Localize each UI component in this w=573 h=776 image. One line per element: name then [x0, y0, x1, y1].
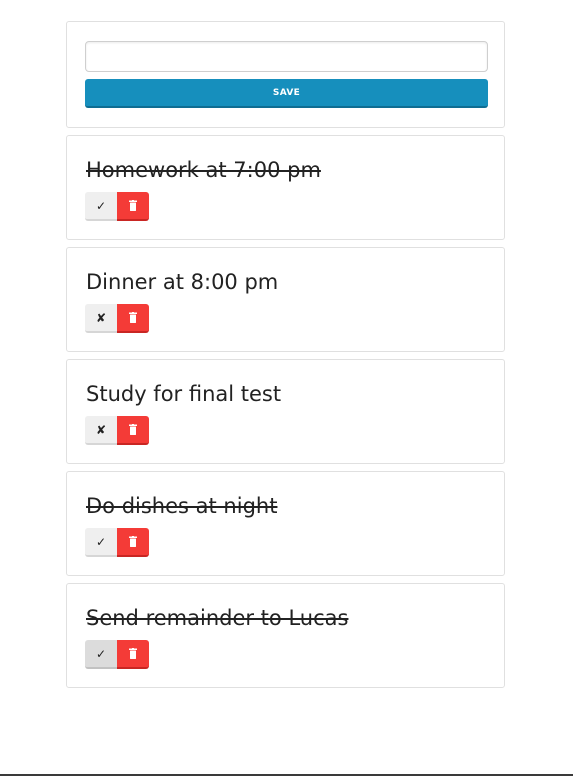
- trash-icon: [129, 424, 137, 435]
- todo-input[interactable]: [85, 41, 488, 72]
- todo-item: Do dishes at night ✓: [66, 471, 505, 576]
- delete-button[interactable]: [117, 528, 149, 557]
- toggle-done-button[interactable]: ✓: [85, 528, 117, 557]
- trash-icon: [129, 200, 137, 211]
- trash-icon: [129, 648, 137, 659]
- todo-item: Send remainder to Lucas ✓: [66, 583, 505, 688]
- todo-item-text: Send remainder to Lucas: [86, 606, 349, 630]
- todo-item-text: Homework at 7:00 pm: [86, 158, 321, 182]
- toggle-done-button[interactable]: ✘: [85, 416, 117, 445]
- todo-item: Dinner at 8:00 pm ✘: [66, 247, 505, 352]
- todo-item-text: Dinner at 8:00 pm: [86, 270, 279, 294]
- toggle-done-button[interactable]: ✓: [85, 192, 117, 221]
- trash-icon: [129, 536, 137, 547]
- toggle-done-button[interactable]: ✓: [85, 640, 117, 669]
- check-icon: ✓: [95, 646, 107, 661]
- save-button[interactable]: SAVE: [85, 79, 488, 108]
- trash-icon: [129, 312, 137, 323]
- cross-icon: ✘: [95, 310, 107, 325]
- todo-app: SAVE Homework at 7:00 pm ✓ Dinner at 8:0…: [0, 0, 573, 776]
- todo-item-text: Study for final test: [86, 382, 282, 406]
- cross-icon: ✘: [95, 422, 107, 437]
- check-icon: ✓: [95, 534, 107, 549]
- toggle-done-button[interactable]: ✘: [85, 304, 117, 333]
- delete-button[interactable]: [117, 416, 149, 445]
- delete-button[interactable]: [117, 304, 149, 333]
- new-todo-form: SAVE: [66, 21, 505, 128]
- todo-item: Homework at 7:00 pm ✓: [66, 135, 505, 240]
- todo-item: Study for final test ✘: [66, 359, 505, 464]
- todo-item-text: Do dishes at night: [86, 494, 278, 518]
- delete-button[interactable]: [117, 192, 149, 221]
- check-icon: ✓: [95, 198, 107, 213]
- delete-button[interactable]: [117, 640, 149, 669]
